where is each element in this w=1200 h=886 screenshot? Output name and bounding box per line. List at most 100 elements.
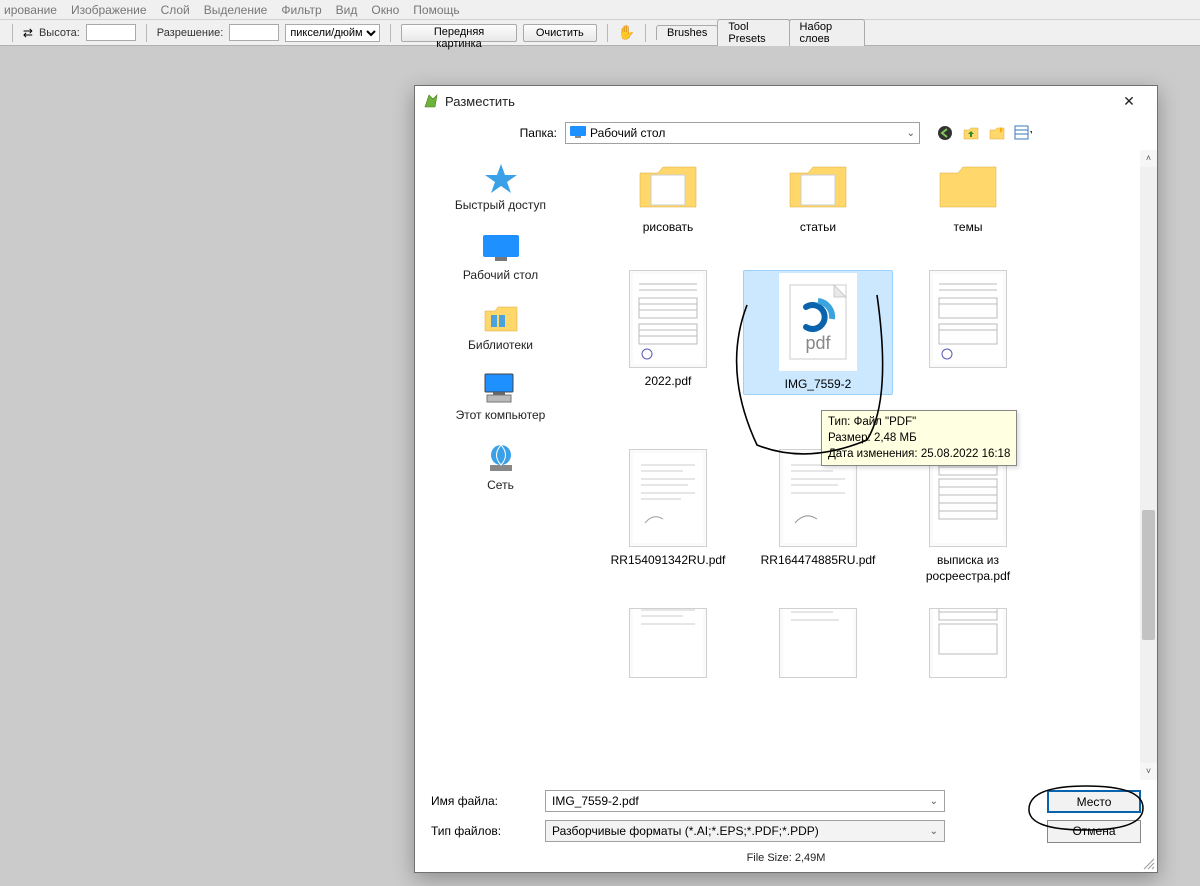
clear-button[interactable]: Очистить [523,24,597,42]
folder-icon [779,156,857,214]
file-tooltip: Тип: Файл "PDF" Размер: 2,48 МБ Дата изм… [821,410,1017,466]
sidebar-item-label: Библиотеки [415,338,586,352]
folder-row: Папка: Рабочий стол ⌄ [415,116,1157,150]
divider [390,24,391,42]
place-button[interactable]: Место [1047,790,1141,813]
menu-item[interactable]: Вид [336,3,358,17]
desktop-icon [570,126,586,141]
folder-item[interactable]: статьи [743,156,893,236]
place-dialog: Разместить ✕ Папка: Рабочий стол ⌄ Быстр… [414,85,1158,873]
sidebar-item-network[interactable]: Сеть [415,436,586,506]
svg-text:pdf: pdf [805,333,831,353]
file-item[interactable]: RR154091342RU.pdf [593,449,743,584]
folder-label: Папка: [427,126,557,140]
divider [607,24,608,42]
file-label: статьи [748,220,888,236]
libraries-icon [481,302,521,334]
sidebar-item-label: Этот компьютер [415,408,586,422]
filetype-select[interactable]: Разборчивые форматы (*.AI;*.EPS;*.PDF;*.… [545,820,945,842]
pdf-thumbnail [779,608,857,678]
file-item[interactable]: 2022.pdf [593,270,743,396]
pc-icon [481,372,521,404]
menu-item[interactable]: Помощь [413,3,459,17]
new-folder-icon[interactable] [988,124,1006,142]
view-menu-icon[interactable] [1014,124,1032,142]
sidebar-item-libraries[interactable]: Библиотеки [415,296,586,366]
menu-item[interactable]: Слой [161,3,190,17]
menu-item[interactable]: Фильтр [281,3,321,17]
pdf-thumbnail [629,270,707,368]
hand-icon[interactable]: ✋ [618,24,635,41]
tooltip-type-value: Файл "PDF" [854,416,917,428]
dialog-title: Разместить [445,94,1109,109]
close-button[interactable]: ✕ [1109,87,1149,115]
resolution-input[interactable] [229,24,279,41]
file-item[interactable] [893,270,1043,396]
sidebar-item-this-pc[interactable]: Этот компьютер [415,366,586,436]
pdf-thumbnail [629,608,707,678]
resolution-label: Разрешение: [157,27,224,39]
file-label: 2022.pdf [598,374,738,390]
menu-item[interactable]: Выделение [204,3,268,17]
folder-icon [629,156,707,214]
file-label: RR164474885RU.pdf [748,553,888,569]
menu-item[interactable]: ирование [4,3,57,17]
folder-toolbar [936,124,1032,142]
scroll-up-icon[interactable]: ˄ [1140,150,1157,167]
units-select[interactable]: пиксели/дюйм [285,24,380,42]
folder-combo[interactable]: Рабочий стол ⌄ [565,122,920,144]
folder-item[interactable]: рисовать [593,156,743,236]
scroll-thumb[interactable] [1142,510,1155,640]
folder-item[interactable]: темы [893,156,1043,236]
front-image-button[interactable]: Передняя картинка [401,24,517,42]
file-label: IMG_7559-2 [748,377,888,393]
folder-icon [929,156,1007,214]
sidebar-item-quick-access[interactable]: Быстрый доступ [415,156,586,226]
cancel-button[interactable]: Отмена [1047,820,1141,843]
file-item[interactable] [893,608,1043,684]
filename-value: IMG_7559-2.pdf [552,794,639,808]
menu-item[interactable]: Окно [371,3,399,17]
sidebar-item-desktop[interactable]: Рабочий стол [415,226,586,296]
chevron-down-icon: ⌄ [930,826,938,837]
tab-layer-set[interactable]: Набор слоев [789,19,866,46]
chevron-down-icon: ⌄ [930,796,938,807]
menu-item[interactable]: Изображение [71,3,147,17]
file-label [898,374,1038,390]
tooltip-date-label: Дата изменения: [828,448,918,460]
height-label: Высота: [39,27,80,39]
pdf-thumbnail [929,608,1007,678]
pdf-edge-icon: pdf [779,273,857,371]
file-item[interactable]: выписка из росреестра.pdf [893,449,1043,584]
places-sidebar: Быстрый доступ Рабочий стол Библиотеки Э… [415,150,587,780]
tab-brushes[interactable]: Brushes [656,25,718,40]
filename-input[interactable]: IMG_7559-2.pdf ⌄ [545,790,945,812]
scroll-down-icon[interactable]: ˅ [1140,763,1157,780]
tooltip-size-value: 2,48 МБ [874,432,917,444]
app-icon [423,93,439,109]
filetype-value: Разборчивые форматы (*.AI;*.EPS;*.PDF;*.… [552,824,819,838]
file-item-selected[interactable]: pdf IMG_7559-2 [743,270,893,396]
height-input[interactable] [86,24,136,41]
back-icon[interactable] [936,124,954,142]
network-icon [481,442,521,474]
swap-icon[interactable]: ⇄ [23,26,33,40]
tab-tool-presets[interactable]: Tool Presets [717,19,789,46]
tooltip-size-label: Размер: [828,432,871,444]
file-item[interactable] [593,608,743,684]
file-label: темы [898,220,1038,236]
file-item[interactable] [743,608,893,684]
folder-value: Рабочий стол [590,126,665,140]
resize-grip-icon[interactable] [1141,856,1155,870]
options-toolbar: ⇄ Высота: Разрешение: пиксели/дюйм Перед… [0,20,1200,46]
up-icon[interactable] [962,124,980,142]
file-label: рисовать [598,220,738,236]
file-item[interactable]: RR164474885RU.pdf [743,449,893,584]
tooltip-type-label: Тип: [828,416,850,428]
file-label: RR154091342RU.pdf [598,553,738,569]
scrollbar[interactable]: ˄ ˅ [1140,150,1157,780]
pdf-thumbnail [929,270,1007,368]
sidebar-item-label: Рабочий стол [415,268,586,282]
titlebar: Разместить ✕ [415,86,1157,116]
star-icon [481,162,521,194]
